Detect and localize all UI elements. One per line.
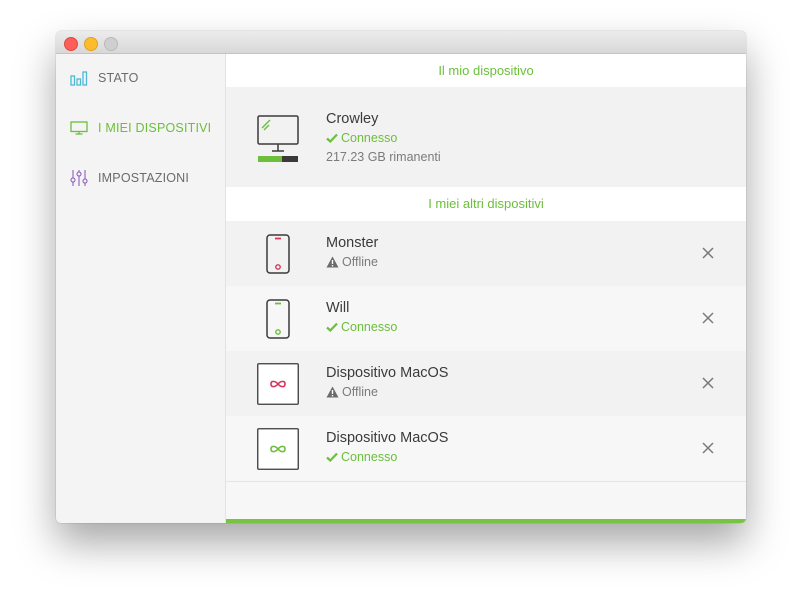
device-name: Will — [326, 300, 350, 316]
bar-chart-icon — [70, 69, 88, 87]
infinity-icon — [257, 363, 299, 410]
device-status: Offline — [326, 255, 378, 269]
sidebar-item-label: IMPOSTAZIONI — [98, 171, 190, 185]
device-name: Dispositivo MacOS — [326, 430, 449, 446]
warning-icon — [326, 386, 339, 398]
my-device-section-title: Il mio dispositivo — [226, 54, 746, 87]
sidebar-item-impostazioni[interactable]: IMPOSTAZIONI — [70, 168, 189, 188]
main-panel: Il mio dispositivo Crowley Connesso 217.… — [226, 54, 746, 523]
device-name: Dispositivo MacOS — [326, 365, 449, 381]
sliders-icon — [70, 169, 88, 187]
close-icon — [702, 377, 714, 389]
phone-icon — [266, 299, 290, 344]
sidebar-item-label: STATO — [98, 71, 139, 85]
check-icon — [326, 133, 338, 143]
minimize-window-button[interactable] — [84, 37, 98, 51]
monitor-icon — [70, 119, 88, 137]
sidebar-item-stato[interactable]: STATO — [70, 68, 139, 88]
device-status-label: Connesso — [341, 320, 398, 334]
device-row: Will Connesso — [226, 286, 746, 352]
desktop-icon — [257, 115, 299, 168]
sidebar-item-dispositivi[interactable]: I MIEI DISPOSITIVI — [70, 118, 211, 138]
close-icon — [702, 312, 714, 324]
footer-accent-bar — [226, 519, 746, 523]
sidebar: STATO I MIEI DISPOSITIVI IMPOSTAZIONI — [56, 54, 226, 523]
infinity-icon — [257, 428, 299, 475]
my-device-card: Crowley Connesso 217.23 GB rimanenti — [226, 87, 746, 187]
zoom-window-button[interactable] — [104, 37, 118, 51]
check-icon — [326, 322, 338, 332]
device-status: Connesso — [326, 320, 397, 334]
remove-device-button[interactable] — [698, 438, 718, 458]
title-bar — [56, 31, 746, 54]
remove-device-button[interactable] — [698, 373, 718, 393]
sidebar-item-label: I MIEI DISPOSITIVI — [98, 121, 212, 135]
device-status: Connesso — [326, 131, 397, 145]
app-window: STATO I MIEI DISPOSITIVI IMPOSTAZIONI Il… — [56, 31, 746, 523]
storage-remaining: 217.23 GB rimanenti — [326, 150, 441, 164]
remove-device-button[interactable] — [698, 308, 718, 328]
device-row: Dispositivo MacOS Offline — [226, 351, 746, 417]
device-status-label: Offline — [342, 385, 378, 399]
warning-icon — [326, 256, 339, 268]
device-status-label: Connesso — [341, 450, 398, 464]
storage-bar-fill — [258, 156, 282, 162]
device-status: Offline — [326, 385, 378, 399]
device-name: Monster — [326, 235, 379, 251]
close-window-button[interactable] — [64, 37, 78, 51]
device-status: Connesso — [326, 450, 397, 464]
device-status-label: Connesso — [341, 131, 398, 145]
phone-icon — [266, 234, 290, 279]
device-name: Crowley — [326, 111, 379, 127]
device-row: Dispositivo MacOS Connesso — [226, 416, 746, 482]
other-devices-section-title: I miei altri dispositivi — [226, 187, 746, 221]
close-icon — [702, 247, 714, 259]
device-status-label: Offline — [342, 255, 378, 269]
check-icon — [326, 452, 338, 462]
close-icon — [702, 442, 714, 454]
device-row: Monster Offline — [226, 221, 746, 287]
remove-device-button[interactable] — [698, 243, 718, 263]
